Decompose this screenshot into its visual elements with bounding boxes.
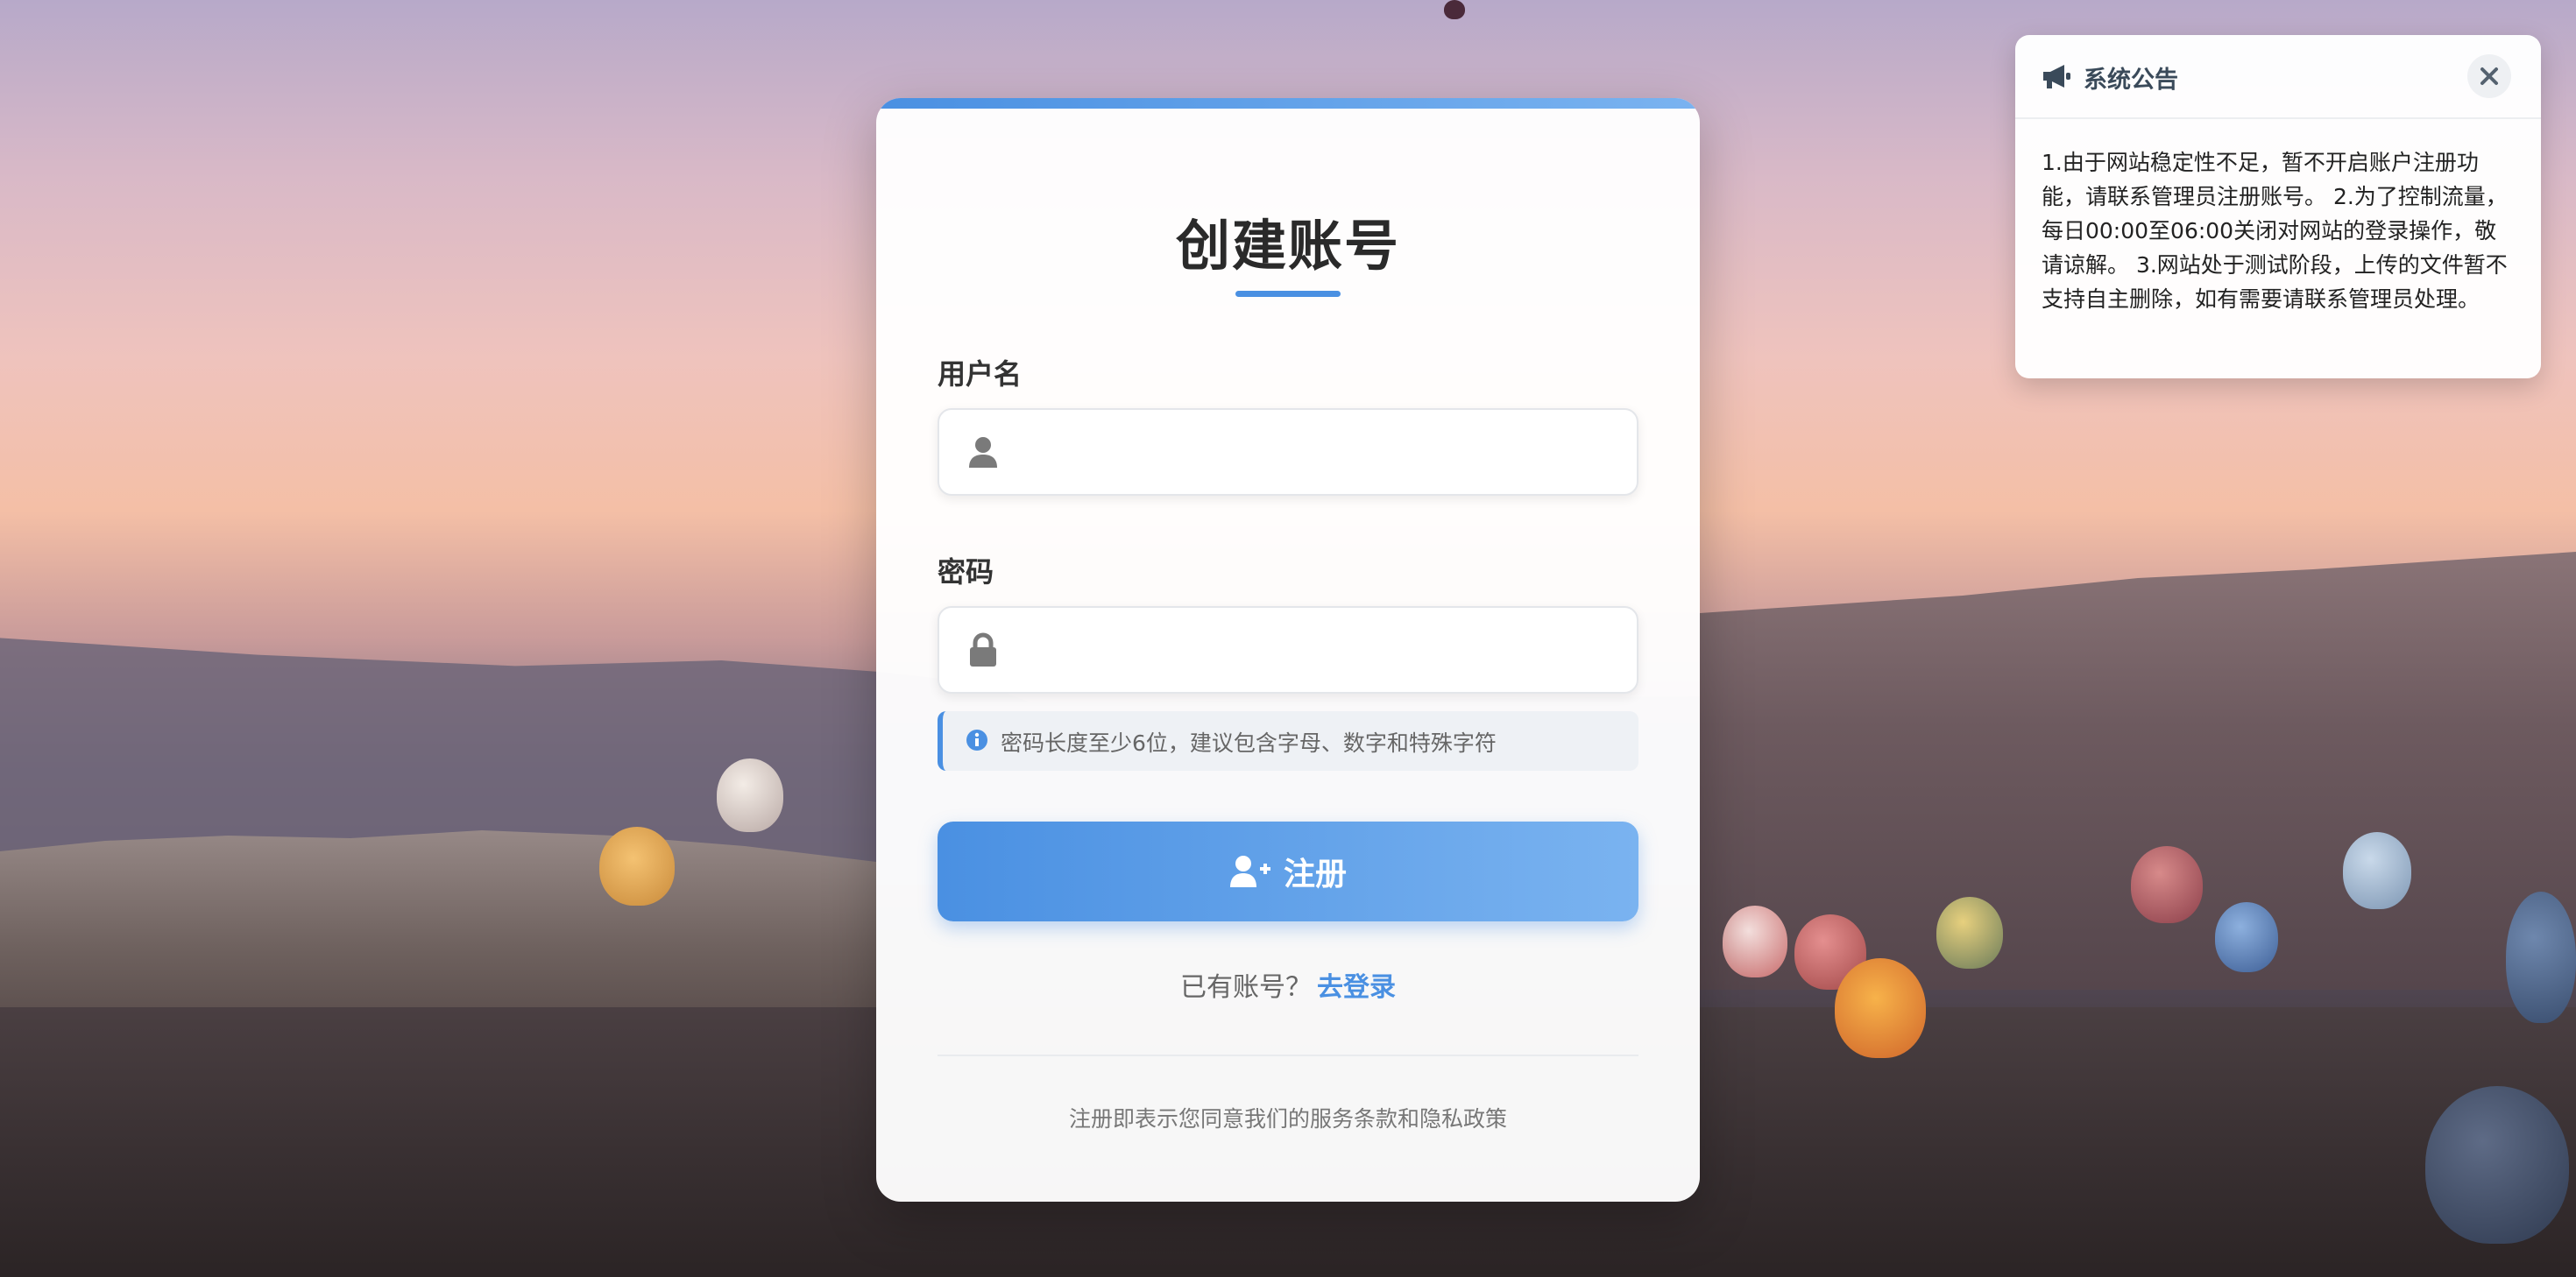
user-icon bbox=[969, 437, 997, 468]
password-input[interactable] bbox=[1018, 608, 1626, 694]
register-card: 创建账号 用户名 密码 密码长度至少6位，建议包含字母、数字和特殊字符 注册 已… bbox=[876, 98, 1700, 1202]
balloon-right-1 bbox=[1723, 906, 1787, 977]
balloon-right-big bbox=[2425, 1086, 2569, 1244]
lock-icon bbox=[970, 632, 996, 667]
register-button-label: 注册 bbox=[1283, 857, 1347, 892]
has-account-text: 已有账号？ bbox=[1180, 972, 1312, 1003]
balloon-right-3 bbox=[1936, 897, 2003, 969]
terms-text: 注册即表示您同意我们的服务条款和隐私政策 bbox=[1068, 1106, 1507, 1132]
announcement-panel: 系统公告 1.由于网站稳定性不足，暂不开启账户注册功能，请联系管理员注册账号。 … bbox=[2015, 35, 2541, 378]
card-accent-bar bbox=[876, 98, 1700, 109]
divider bbox=[938, 1055, 1638, 1056]
title-underline bbox=[1235, 291, 1341, 297]
balloon-left-white bbox=[717, 758, 783, 832]
password-hint: 密码长度至少6位，建议包含字母、数字和特殊字符 bbox=[938, 711, 1638, 771]
balloon-right-6 bbox=[2343, 832, 2411, 909]
announcement-title: 系统公告 bbox=[2084, 67, 2178, 94]
username-field[interactable] bbox=[938, 408, 1638, 496]
balloon-right-orange bbox=[1835, 958, 1926, 1058]
balloon-top bbox=[1444, 0, 1465, 19]
register-button[interactable]: 注册 bbox=[938, 822, 1638, 921]
close-icon bbox=[2480, 67, 2498, 85]
login-link[interactable]: 去登录 bbox=[1317, 972, 1396, 1003]
password-field[interactable] bbox=[938, 606, 1638, 694]
balloon-right-4 bbox=[2131, 846, 2203, 923]
user-plus-icon bbox=[1229, 856, 1270, 887]
announcement-header: 系统公告 bbox=[2015, 35, 2541, 119]
password-hint-text: 密码长度至少6位，建议包含字母、数字和特殊字符 bbox=[1001, 730, 1497, 756]
close-button[interactable] bbox=[2467, 54, 2511, 98]
login-prompt: 已有账号？ 去登录 bbox=[876, 965, 1700, 1004]
username-input[interactable] bbox=[1018, 410, 1626, 496]
page-title: 创建账号 bbox=[1175, 214, 1400, 278]
info-icon bbox=[966, 730, 987, 751]
megaphone-icon bbox=[2043, 65, 2070, 88]
balloon-right-edge bbox=[2506, 892, 2576, 1023]
balloon-right-5 bbox=[2215, 902, 2278, 972]
announcement-body: 1.由于网站稳定性不足，暂不开启账户注册功能，请联系管理员注册账号。 2.为了控… bbox=[2042, 150, 2508, 312]
username-label: 用户名 bbox=[938, 357, 1023, 391]
password-label: 密码 bbox=[938, 555, 994, 589]
balloon-left-yellow bbox=[599, 827, 675, 906]
